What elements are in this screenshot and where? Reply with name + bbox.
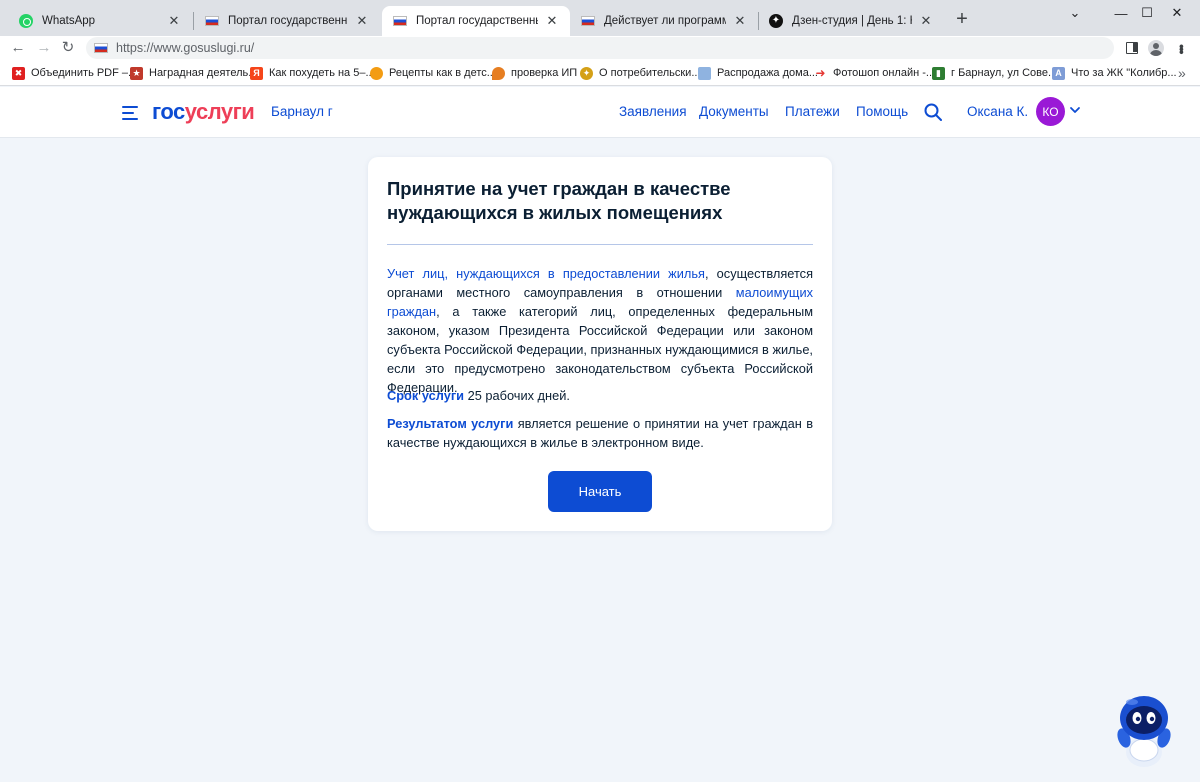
card-icon <box>698 66 711 80</box>
site-header: госуслуги Барнаул г Заявления Документы … <box>0 87 1200 138</box>
new-tab-button[interactable]: + <box>952 9 972 30</box>
bookmark-label: Распродажа дома... <box>717 67 818 79</box>
side-panel-icon[interactable] <box>1122 38 1142 58</box>
result-label-link[interactable]: Результатом услуги <box>387 416 513 431</box>
avatar[interactable]: КО <box>1036 97 1065 126</box>
bookmark-label: г Барнаул, ул Сове... <box>951 67 1058 79</box>
robot-assistant-icon[interactable] <box>1112 692 1176 770</box>
nav-applications[interactable]: Заявления <box>619 104 687 119</box>
term-value: 25 рабочих дней. <box>464 388 570 403</box>
address-bar[interactable] <box>86 37 1114 59</box>
close-icon[interactable]: ✕ <box>732 13 748 29</box>
reload-icon[interactable]: ↻ <box>58 38 78 58</box>
bookmark-item[interactable]: A Что за ЖК "Колибр... <box>1052 65 1177 81</box>
tab-program[interactable]: Действует ли программа «Моло ✕ <box>570 6 758 36</box>
close-icon[interactable]: ✕ <box>544 13 560 29</box>
start-button[interactable]: Начать <box>548 471 652 512</box>
emblem-icon: ★ <box>130 66 143 80</box>
bookmark-label: Фотошоп онлайн -... <box>833 67 936 79</box>
tab-title: Портал государственных услуг Р <box>228 15 348 27</box>
close-window-icon[interactable]: ✕ <box>1154 0 1200 26</box>
user-name[interactable]: Оксана К. <box>967 104 1028 119</box>
tab-dzen[interactable]: ✦ Дзен-студия | День 1: Как я пыта ✕ <box>758 6 944 36</box>
chart-icon: ▮ <box>932 66 945 80</box>
bookmark-label: Наградная деятель... <box>149 67 258 79</box>
service-description: Учет лиц, нуждающихся в предоставлении ж… <box>387 264 813 397</box>
description-text-2: , а также категорий лиц, определенных фе… <box>387 304 813 395</box>
menu-kebab-icon[interactable]: ••• <box>1172 38 1192 58</box>
logo-part-1: гос <box>152 99 185 124</box>
gosuslugi-logo[interactable]: госуслуги <box>152 99 255 125</box>
bookmark-item[interactable]: Рецепты как в детс... <box>370 65 496 81</box>
bookmark-item[interactable]: ★ Наградная деятель... <box>130 65 257 81</box>
bookmark-label: проверка ИП <box>511 67 578 79</box>
tab-gosuslugi-1[interactable]: Портал государственных услуг Р ✕ <box>194 6 380 36</box>
pdf-icon: ✖ <box>12 66 25 80</box>
bookmarks-bar: ✖ Объединить PDF –... ★ Наградная деятел… <box>0 60 1200 86</box>
browser-toolbar: ← → ↻ ••• <box>0 36 1200 60</box>
nav-help[interactable]: Помощь <box>856 104 908 119</box>
search-icon[interactable] <box>924 103 942 121</box>
chevron-down-icon[interactable] <box>1069 104 1081 116</box>
dzen-icon: ✦ <box>768 13 784 29</box>
page-title: Принятие на учет граждан в качестве нужд… <box>387 178 731 223</box>
emblem-icon: ✦ <box>580 66 593 80</box>
bookmark-item[interactable]: проверка ИП <box>492 65 577 81</box>
bookmark-item[interactable]: Я Как похудеть на 5–... <box>250 65 375 81</box>
whatsapp-icon <box>18 13 34 29</box>
bookmark-item[interactable]: ▮ г Барнаул, ул Сове... <box>932 65 1057 81</box>
service-card: Принятие на учет граждан в качестве нужд… <box>368 157 832 531</box>
bookmark-label: Что за ЖК "Колибр... <box>1071 67 1177 79</box>
tab-whatsapp[interactable]: WhatsApp ✕ <box>8 6 192 36</box>
bookmark-item[interactable]: Распродажа дома... <box>698 65 818 81</box>
tab-gosuslugi-active[interactable]: Портал государственных услуг Р ✕ <box>382 6 570 36</box>
bookmark-item[interactable]: ✖ Объединить PDF –... <box>12 65 137 81</box>
service-result: Результатом услуги является решение о пр… <box>387 414 813 452</box>
city-selector[interactable]: Барнаул г <box>271 104 333 119</box>
close-icon[interactable]: ✕ <box>166 13 182 29</box>
nav-documents[interactable]: Документы <box>699 104 769 119</box>
bookmark-label: Как похудеть на 5–... <box>269 67 375 79</box>
divider <box>387 244 813 245</box>
bookmark-label: Объединить PDF –... <box>31 67 138 79</box>
russian-flag-icon <box>392 13 408 29</box>
orange-icon <box>370 66 383 80</box>
tab-title: Дзен-студия | День 1: Как я пыта <box>792 15 912 27</box>
tab-search-icon[interactable]: ⌄ <box>1052 0 1098 26</box>
tab-title: WhatsApp <box>42 15 96 27</box>
back-icon[interactable]: ← <box>8 38 28 58</box>
bookmark-label: О потребительски... <box>599 67 701 79</box>
tab-title: Действует ли программа «Моло <box>604 15 726 27</box>
bookmark-item[interactable]: ➜ Фотошоп онлайн -... <box>814 65 935 81</box>
browser-tab-strip: WhatsApp ✕ Портал государственных услуг … <box>0 0 1200 36</box>
nav-payments[interactable]: Платежи <box>785 104 840 119</box>
housing-registration-link[interactable]: Учет лиц, нуждающихся в предоставлении ж… <box>387 266 705 281</box>
arrow-icon: ➜ <box>815 66 826 80</box>
url-input[interactable] <box>116 41 1016 55</box>
close-icon[interactable]: ✕ <box>918 13 934 29</box>
fire-icon <box>492 66 505 80</box>
site-favicon-icon <box>94 43 108 53</box>
profile-icon[interactable] <box>1146 38 1166 58</box>
service-term: Срок услуги 25 рабочих дней. <box>387 386 813 405</box>
hamburger-menu-icon[interactable] <box>122 106 138 120</box>
letter-a-icon: A <box>1052 66 1065 80</box>
term-label-link[interactable]: Срок услуги <box>387 388 464 403</box>
yandex-icon: Я <box>250 66 263 80</box>
tab-title: Портал государственных услуг Р <box>416 15 538 27</box>
more-bookmarks-icon[interactable]: » <box>1178 65 1186 81</box>
logo-part-2: услуги <box>184 99 255 124</box>
russian-flag-icon <box>204 13 220 29</box>
forward-icon[interactable]: → <box>34 38 54 58</box>
bookmark-label: Рецепты как в детс... <box>389 67 496 79</box>
bookmark-item[interactable]: ✦ О потребительски... <box>580 65 700 81</box>
close-icon[interactable]: ✕ <box>354 13 370 29</box>
russian-flag-icon <box>580 13 596 29</box>
